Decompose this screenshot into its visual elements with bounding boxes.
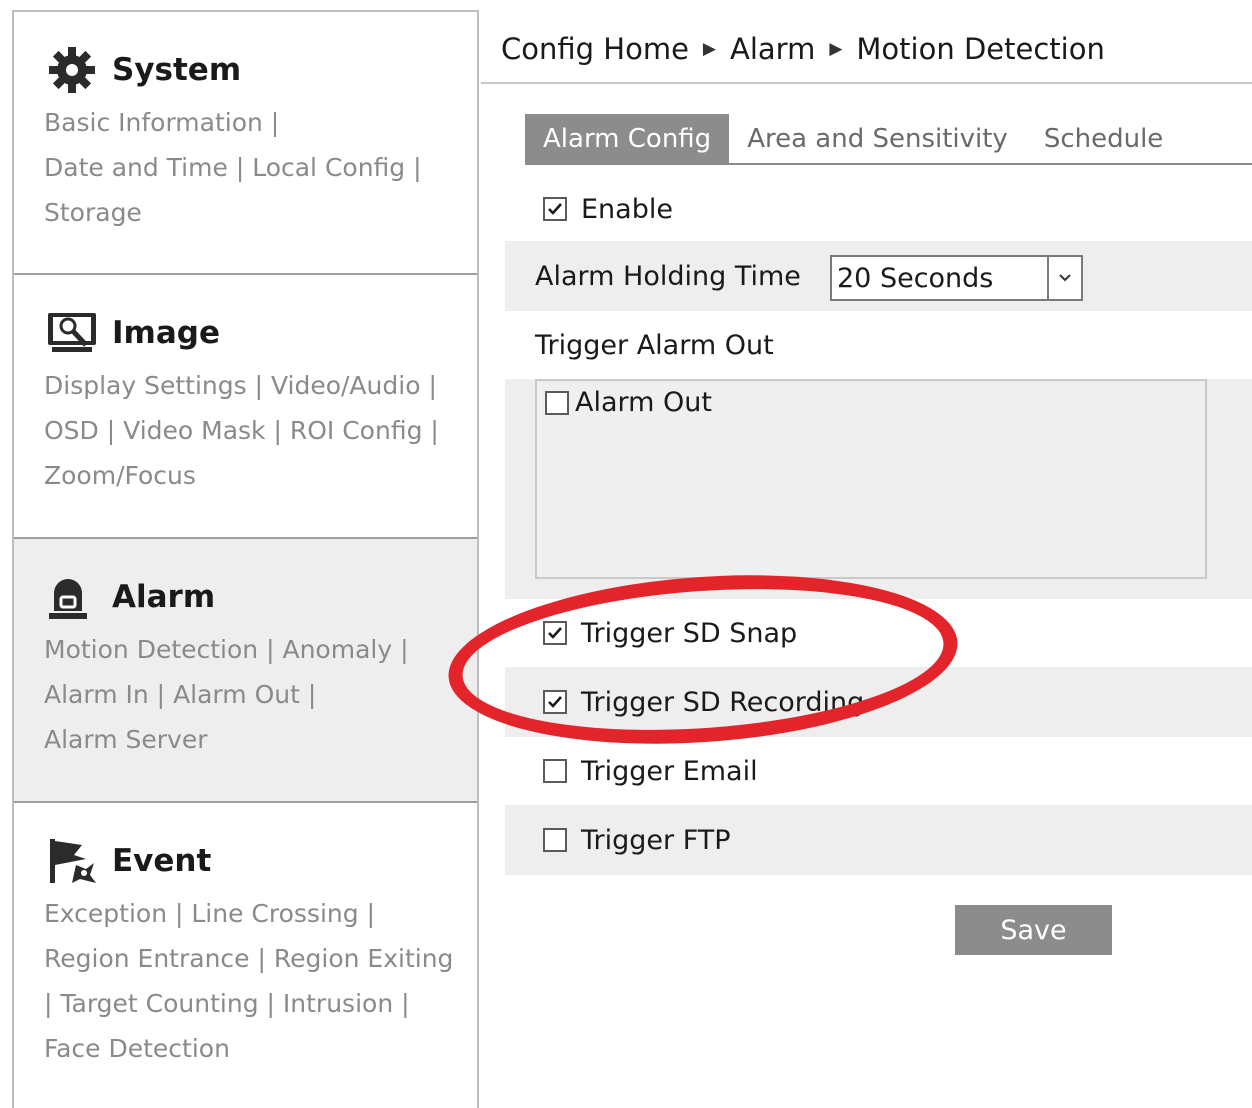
alarm-light-icon bbox=[46, 575, 102, 619]
alarm-out-list: Alarm Out bbox=[535, 379, 1207, 579]
section-title-event: Event bbox=[112, 843, 212, 879]
alarm-out-label: Alarm Out bbox=[575, 387, 712, 418]
main-panel: Config Home ▶ Alarm ▶ Motion Detection A… bbox=[481, 10, 1252, 1108]
system-links: Basic Information | Date and Time | Loca… bbox=[44, 108, 422, 227]
breadcrumb-motion-detection: Motion Detection bbox=[856, 32, 1105, 66]
page: System Basic Information | Date and Time… bbox=[0, 0, 1252, 1108]
link-motion-detection[interactable]: Motion Detection bbox=[44, 635, 258, 664]
sd-recording-checkbox[interactable] bbox=[543, 690, 567, 714]
ftp-label: Trigger FTP bbox=[581, 824, 731, 856]
tab-bar: Alarm Config Area and Sensitivity Schedu… bbox=[525, 114, 1181, 164]
link-exception[interactable]: Exception bbox=[44, 899, 167, 928]
tab-alarm-config[interactable]: Alarm Config bbox=[525, 114, 730, 164]
triangle-right-icon: ▶ bbox=[702, 39, 716, 59]
enable-checkbox[interactable] bbox=[543, 197, 567, 221]
sd-recording-row: Trigger SD Recording bbox=[505, 667, 1252, 737]
sidebar-section-header[interactable]: Event bbox=[44, 833, 477, 889]
sidebar-section-header[interactable]: Image bbox=[44, 305, 477, 361]
tab-schedule[interactable]: Schedule bbox=[1026, 114, 1181, 164]
link-zoom-focus[interactable]: Zoom/Focus bbox=[44, 461, 196, 490]
tab-area-and-sensitivity[interactable]: Area and Sensitivity bbox=[729, 114, 1026, 164]
divider bbox=[481, 82, 1252, 84]
alarm-out-list-row: Alarm Out bbox=[505, 379, 1252, 599]
link-display-settings[interactable]: Display Settings bbox=[44, 371, 247, 400]
section-title-image: Image bbox=[112, 315, 220, 351]
trigger-alarm-out-row: Trigger Alarm Out bbox=[505, 311, 1252, 379]
breadcrumb: Config Home ▶ Alarm ▶ Motion Detection bbox=[501, 32, 1105, 66]
ftp-row: Trigger FTP bbox=[505, 805, 1252, 875]
link-line-crossing[interactable]: Line Crossing bbox=[191, 899, 358, 928]
sidebar: System Basic Information | Date and Time… bbox=[12, 10, 479, 1108]
email-row: Trigger Email bbox=[505, 737, 1252, 805]
sidebar-section-event: Event Exception | Line Crossing | Region… bbox=[14, 803, 477, 1108]
link-video-audio[interactable]: Video/Audio bbox=[271, 371, 421, 400]
breadcrumb-config-home[interactable]: Config Home bbox=[501, 32, 689, 66]
breadcrumb-alarm[interactable]: Alarm bbox=[730, 32, 815, 66]
link-alarm-server[interactable]: Alarm Server bbox=[44, 725, 208, 754]
alarm-out-item: Alarm Out bbox=[545, 387, 712, 418]
link-target-counting[interactable]: Target Counting bbox=[60, 989, 258, 1018]
link-video-mask[interactable]: Video Mask bbox=[123, 416, 265, 445]
link-alarm-out[interactable]: Alarm Out bbox=[173, 680, 300, 709]
ftp-checkbox[interactable] bbox=[543, 828, 567, 852]
sd-recording-label: Trigger SD Recording bbox=[581, 686, 865, 718]
holding-time-label: Alarm Holding Time bbox=[535, 260, 801, 292]
section-title-system: System bbox=[112, 52, 242, 88]
alarm-links: Motion Detection | Anomaly | Alarm In | … bbox=[44, 635, 409, 754]
sd-snap-label: Trigger SD Snap bbox=[581, 617, 798, 649]
link-anomaly[interactable]: Anomaly bbox=[282, 635, 392, 664]
image-links: Display Settings | Video/Audio | OSD | V… bbox=[44, 371, 439, 490]
divider bbox=[525, 163, 1252, 165]
link-region-exiting[interactable]: Region Exiting bbox=[274, 944, 454, 973]
link-local-config[interactable]: Local Config bbox=[252, 153, 405, 182]
holding-time-select[interactable]: 20 Seconds bbox=[830, 255, 1083, 301]
gear-icon bbox=[46, 47, 102, 93]
section-title-alarm: Alarm bbox=[112, 579, 216, 615]
link-date-and-time[interactable]: Date and Time bbox=[44, 153, 228, 182]
event-flag-icon bbox=[46, 839, 102, 883]
link-alarm-in[interactable]: Alarm In bbox=[44, 680, 149, 709]
link-region-entrance[interactable]: Region Entrance bbox=[44, 944, 250, 973]
alarm-out-checkbox[interactable] bbox=[545, 390, 569, 415]
sidebar-section-system: System Basic Information | Date and Time… bbox=[14, 12, 477, 275]
sidebar-section-alarm: Alarm Motion Detection | Anomaly | Alarm… bbox=[14, 539, 477, 803]
sd-snap-checkbox[interactable] bbox=[543, 621, 567, 645]
triangle-right-icon: ▶ bbox=[829, 39, 843, 59]
monitor-icon bbox=[46, 311, 102, 355]
chevron-down-icon[interactable] bbox=[1047, 257, 1081, 299]
sidebar-section-image: Image Display Settings | Video/Audio | O… bbox=[14, 275, 477, 539]
link-basic-information[interactable]: Basic Information bbox=[44, 108, 263, 137]
link-storage[interactable]: Storage bbox=[44, 198, 142, 227]
email-checkbox[interactable] bbox=[543, 759, 567, 783]
holding-time-value: 20 Seconds bbox=[837, 262, 994, 294]
link-intrusion[interactable]: Intrusion bbox=[283, 989, 393, 1018]
email-label: Trigger Email bbox=[581, 755, 758, 787]
save-button[interactable]: Save bbox=[955, 905, 1112, 955]
link-face-detection[interactable]: Face Detection bbox=[44, 1034, 230, 1063]
holding-time-row: Alarm Holding Time 20 Seconds bbox=[505, 241, 1252, 311]
event-links: Exception | Line Crossing | Region Entra… bbox=[44, 899, 454, 1063]
link-roi-config[interactable]: ROI Config bbox=[290, 416, 423, 445]
link-osd[interactable]: OSD bbox=[44, 416, 99, 445]
sidebar-section-header[interactable]: Alarm bbox=[44, 569, 477, 625]
sd-snap-row: Trigger SD Snap bbox=[505, 599, 1252, 667]
sidebar-section-header[interactable]: System bbox=[44, 42, 477, 98]
enable-label: Enable bbox=[581, 193, 673, 225]
enable-row: Enable bbox=[505, 177, 1252, 241]
trigger-alarm-out-label: Trigger Alarm Out bbox=[535, 329, 774, 361]
